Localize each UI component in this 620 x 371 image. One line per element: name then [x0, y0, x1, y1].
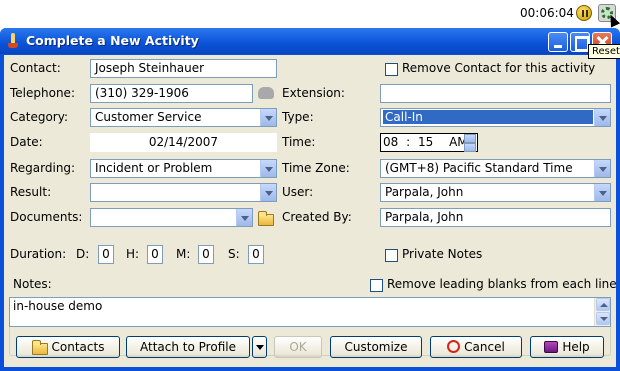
chevron-down-icon	[255, 345, 264, 350]
created-by-label: Created By:	[282, 210, 352, 224]
cancel-button-label: Cancel	[464, 340, 505, 354]
category-label: Category:	[10, 110, 68, 124]
remove-contact-checkbox[interactable]	[385, 63, 398, 76]
cancel-button[interactable]: Cancel	[430, 336, 522, 358]
time-down-icon[interactable]	[464, 143, 476, 152]
taskbar-strip: 00:06:04	[0, 0, 620, 28]
minutes-label: M:	[176, 247, 191, 261]
category-select[interactable]: Customer Service	[90, 108, 277, 127]
notes-label: Notes:	[13, 277, 52, 291]
user-value: Parpala, John	[385, 185, 464, 199]
open-folder-icon[interactable]	[258, 211, 274, 226]
help-book-icon	[544, 340, 559, 353]
chevron-down-icon[interactable]	[594, 184, 610, 201]
remove-blanks-checkbox[interactable]	[370, 279, 383, 292]
customize-button-label: Customize	[344, 340, 408, 354]
timezone-value: (GMT+8) Pacific Standard Time	[385, 161, 573, 175]
regarding-label: Regarding:	[10, 161, 76, 175]
private-notes-checkbox[interactable]	[385, 249, 398, 262]
folder-icon	[31, 339, 48, 355]
category-value: Customer Service	[95, 110, 202, 124]
scroll-up-icon[interactable]	[596, 298, 610, 311]
chevron-down-icon[interactable]	[260, 160, 276, 177]
reset-tooltip: Reset	[588, 44, 620, 59]
time-hour[interactable]: 08	[383, 135, 398, 149]
extension-label: Extension:	[282, 86, 345, 100]
time-separator: :	[406, 135, 411, 149]
documents-select[interactable]	[90, 208, 253, 227]
dialog-body: Contact: Joseph Steinhauer Remove Contac…	[4, 55, 617, 367]
seconds-label: S:	[228, 247, 240, 261]
contacts-button[interactable]: Contacts	[16, 336, 120, 358]
time-minute[interactable]: 15	[418, 135, 433, 149]
attach-button-label: Attach to Profile	[140, 340, 236, 354]
days-field[interactable]: 0	[98, 245, 114, 264]
timezone-select[interactable]: (GMT+8) Pacific Standard Time	[380, 159, 611, 178]
result-label: Result:	[10, 185, 52, 199]
hours-field[interactable]: 0	[147, 245, 163, 264]
window-title: Complete a New Activity	[26, 33, 199, 48]
phone-dial-icon[interactable]	[258, 87, 274, 99]
remove-blanks-label: Remove leading blanks from each line	[387, 277, 617, 291]
result-select[interactable]	[90, 183, 277, 202]
pause-icon[interactable]	[576, 5, 592, 21]
chevron-down-icon[interactable]	[260, 184, 276, 201]
date-label: Date:	[10, 135, 43, 149]
dialog-window: Complete a New Activity Contact: Joseph …	[0, 28, 620, 371]
telephone-field[interactable]: (310) 329-1906	[90, 84, 253, 103]
remove-contact-label: Remove Contact for this activity	[402, 61, 596, 75]
attach-to-profile-button[interactable]: Attach to Profile	[126, 336, 250, 358]
duration-label: Duration:	[10, 247, 67, 261]
notes-scrollbar[interactable]	[594, 298, 610, 326]
app-icon	[8, 33, 18, 49]
contact-field[interactable]: Joseph Steinhauer	[90, 59, 277, 78]
help-button[interactable]: Help	[530, 336, 604, 358]
mouse-cursor-icon	[605, 12, 620, 28]
days-label: D:	[76, 247, 90, 261]
type-select[interactable]: Call-In	[380, 108, 611, 127]
created-by-field[interactable]: Parpala, John	[380, 208, 611, 227]
customize-button[interactable]: Customize	[330, 336, 422, 358]
activity-timer: 00:06:04	[520, 6, 574, 20]
help-button-label: Help	[562, 340, 590, 354]
attach-dropdown-button[interactable]	[252, 336, 267, 358]
documents-label: Documents:	[10, 210, 83, 224]
chevron-down-icon[interactable]	[594, 109, 610, 126]
ok-button-label: OK	[289, 340, 307, 354]
time-label: Time:	[282, 135, 316, 149]
notes-textarea[interactable]: in-house demo	[9, 297, 611, 327]
contacts-button-label: Contacts	[51, 340, 105, 354]
minimize-button[interactable]	[548, 32, 568, 52]
seconds-field[interactable]: 0	[248, 245, 264, 264]
title-bar[interactable]: Complete a New Activity	[0, 28, 620, 54]
extension-field[interactable]	[380, 84, 611, 103]
chevron-down-icon[interactable]	[236, 209, 252, 226]
regarding-value: Incident or Problem	[95, 161, 213, 175]
user-select[interactable]: Parpala, John	[380, 183, 611, 202]
date-field[interactable]: 02/14/2007	[90, 133, 277, 152]
regarding-select[interactable]: Incident or Problem	[90, 159, 277, 178]
timezone-label: Time Zone:	[282, 161, 350, 175]
chevron-down-icon[interactable]	[594, 160, 610, 177]
telephone-label: Telephone:	[10, 86, 75, 100]
ok-button[interactable]: OK	[274, 336, 322, 358]
cancel-icon	[447, 340, 461, 353]
type-value: Call-In	[383, 110, 593, 124]
private-notes-label: Private Notes	[402, 247, 483, 261]
hours-label: H:	[126, 247, 140, 261]
maximize-button[interactable]	[570, 32, 590, 52]
user-label: User:	[282, 185, 314, 199]
contact-label: Contact:	[10, 61, 61, 75]
time-up-icon[interactable]	[464, 134, 476, 143]
minutes-field[interactable]: 0	[198, 245, 214, 264]
scroll-down-icon[interactable]	[596, 312, 610, 325]
chevron-down-icon[interactable]	[260, 109, 276, 126]
type-label: Type:	[282, 110, 314, 124]
